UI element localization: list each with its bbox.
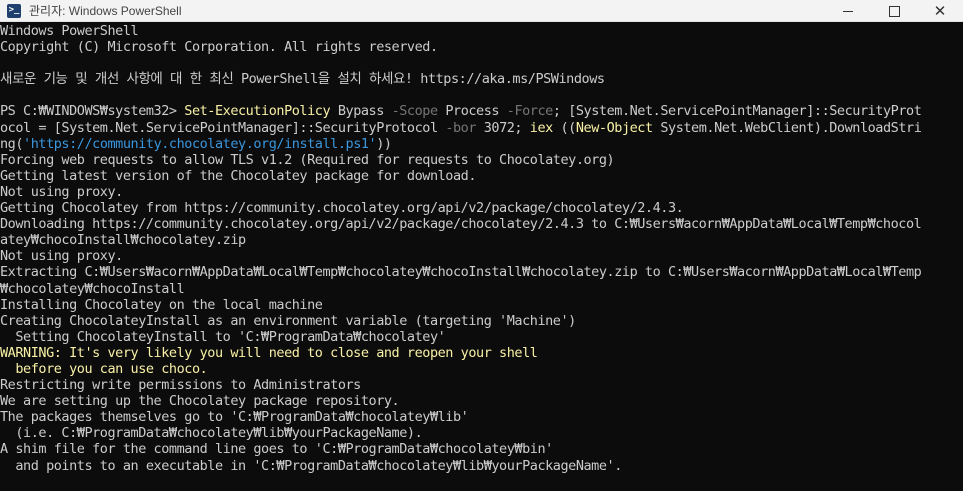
console-line: Extracting C:₩Users₩acorn₩AppData₩Local₩… [0,264,922,281]
console-line: Installing Chocolatey on the local machi… [0,296,323,313]
window-title: 관리자: Windows PowerShell [29,4,182,18]
console-line: Restricting write permissions to Adminis… [0,377,361,394]
console-line: The packages themselves go to 'C:₩Progra… [0,409,469,426]
console-line: ₩chocolatey₩chocoInstall [0,280,185,297]
powershell-icon[interactable]: >_ [7,3,21,18]
warning-line: WARNING: It's very likely you will need … [0,344,538,361]
argument-token: Bypass [330,103,392,120]
console-line: Copyright (C) Microsoft Corporation. All… [0,39,438,56]
console-line: Windows PowerShell [0,23,139,39]
cmdlet-token: Set-ExecutionPolicy [184,103,331,120]
prompt: PS C:₩WINDOWS₩system32> [0,103,185,120]
argument-token: )) [376,135,392,152]
cmdlet-token: iex [529,119,553,136]
argument-token: System.Net.WebClient).DownloadStri [652,119,922,136]
window-controls: ✕ [825,0,963,22]
cmdlet-token: New-Object [575,119,653,136]
console-line: Creating ChocolateyInstall as an environ… [0,312,576,329]
close-icon: ✕ [933,2,947,20]
console-line: 새로운 기능 및 개선 사항에 대 한 최신 PowerShell을 설치 하세… [0,71,605,88]
maximize-button[interactable] [871,0,917,22]
console-output[interactable]: Windows PowerShell Copyright (C) Microso… [0,22,963,491]
console-line: We are setting up the Chocolatey package… [0,393,400,410]
argument-token: (( [552,119,577,136]
command-line: ocol = [System.Net.ServicePointManager]:… [0,120,963,136]
parameter-token: -Force [506,103,554,120]
console-line: and points to an executable in 'C:₩Progr… [0,457,622,474]
console-line: (i.e. C:₩ProgramData₩chocolatey₩lib₩your… [0,425,423,442]
warning-line: before you can use choco. [0,360,208,377]
maximize-icon [888,5,900,17]
console-line: Setting ChocolateyInstall to 'C:₩Program… [0,328,446,345]
console-line: atey₩chocoInstall₩chocolatey.zip [0,232,246,249]
minimize-button[interactable] [825,0,871,22]
parameter-token: -bor [445,119,477,136]
minimize-icon [843,10,853,12]
console-line: Not using proxy. [0,183,123,200]
console-line: Getting Chocolatey from https://communit… [0,200,684,217]
argument-token: ng( [0,135,24,152]
argument-token: ocol = [System.Net.ServicePointManager]:… [0,119,446,136]
console-line: Forcing web requests to allow TLS v1.2 (… [0,151,615,168]
argument-token: 3072; [476,119,530,136]
argument-token: ; [System.Net.ServicePointManager]::Secu… [552,103,922,120]
close-button[interactable]: ✕ [917,0,963,22]
title-bar[interactable]: >_ 관리자: Windows PowerShell ✕ [0,0,963,22]
command-line: PS C:₩WINDOWS₩system32> Set-ExecutionPol… [0,103,963,119]
console-line: Downloading https://community.chocolatey… [0,216,922,233]
argument-token: Process [437,103,507,120]
console-line: Not using proxy. [0,248,123,265]
string-token: 'https://community.chocolatey.org/instal… [23,135,377,152]
parameter-token: -Scope [391,103,439,120]
command-line: ng('https://community.chocolatey.org/ins… [0,136,963,152]
console-line: A shim file for the command line goes to… [0,441,553,458]
console-line: Getting latest version of the Chocolatey… [0,167,477,184]
